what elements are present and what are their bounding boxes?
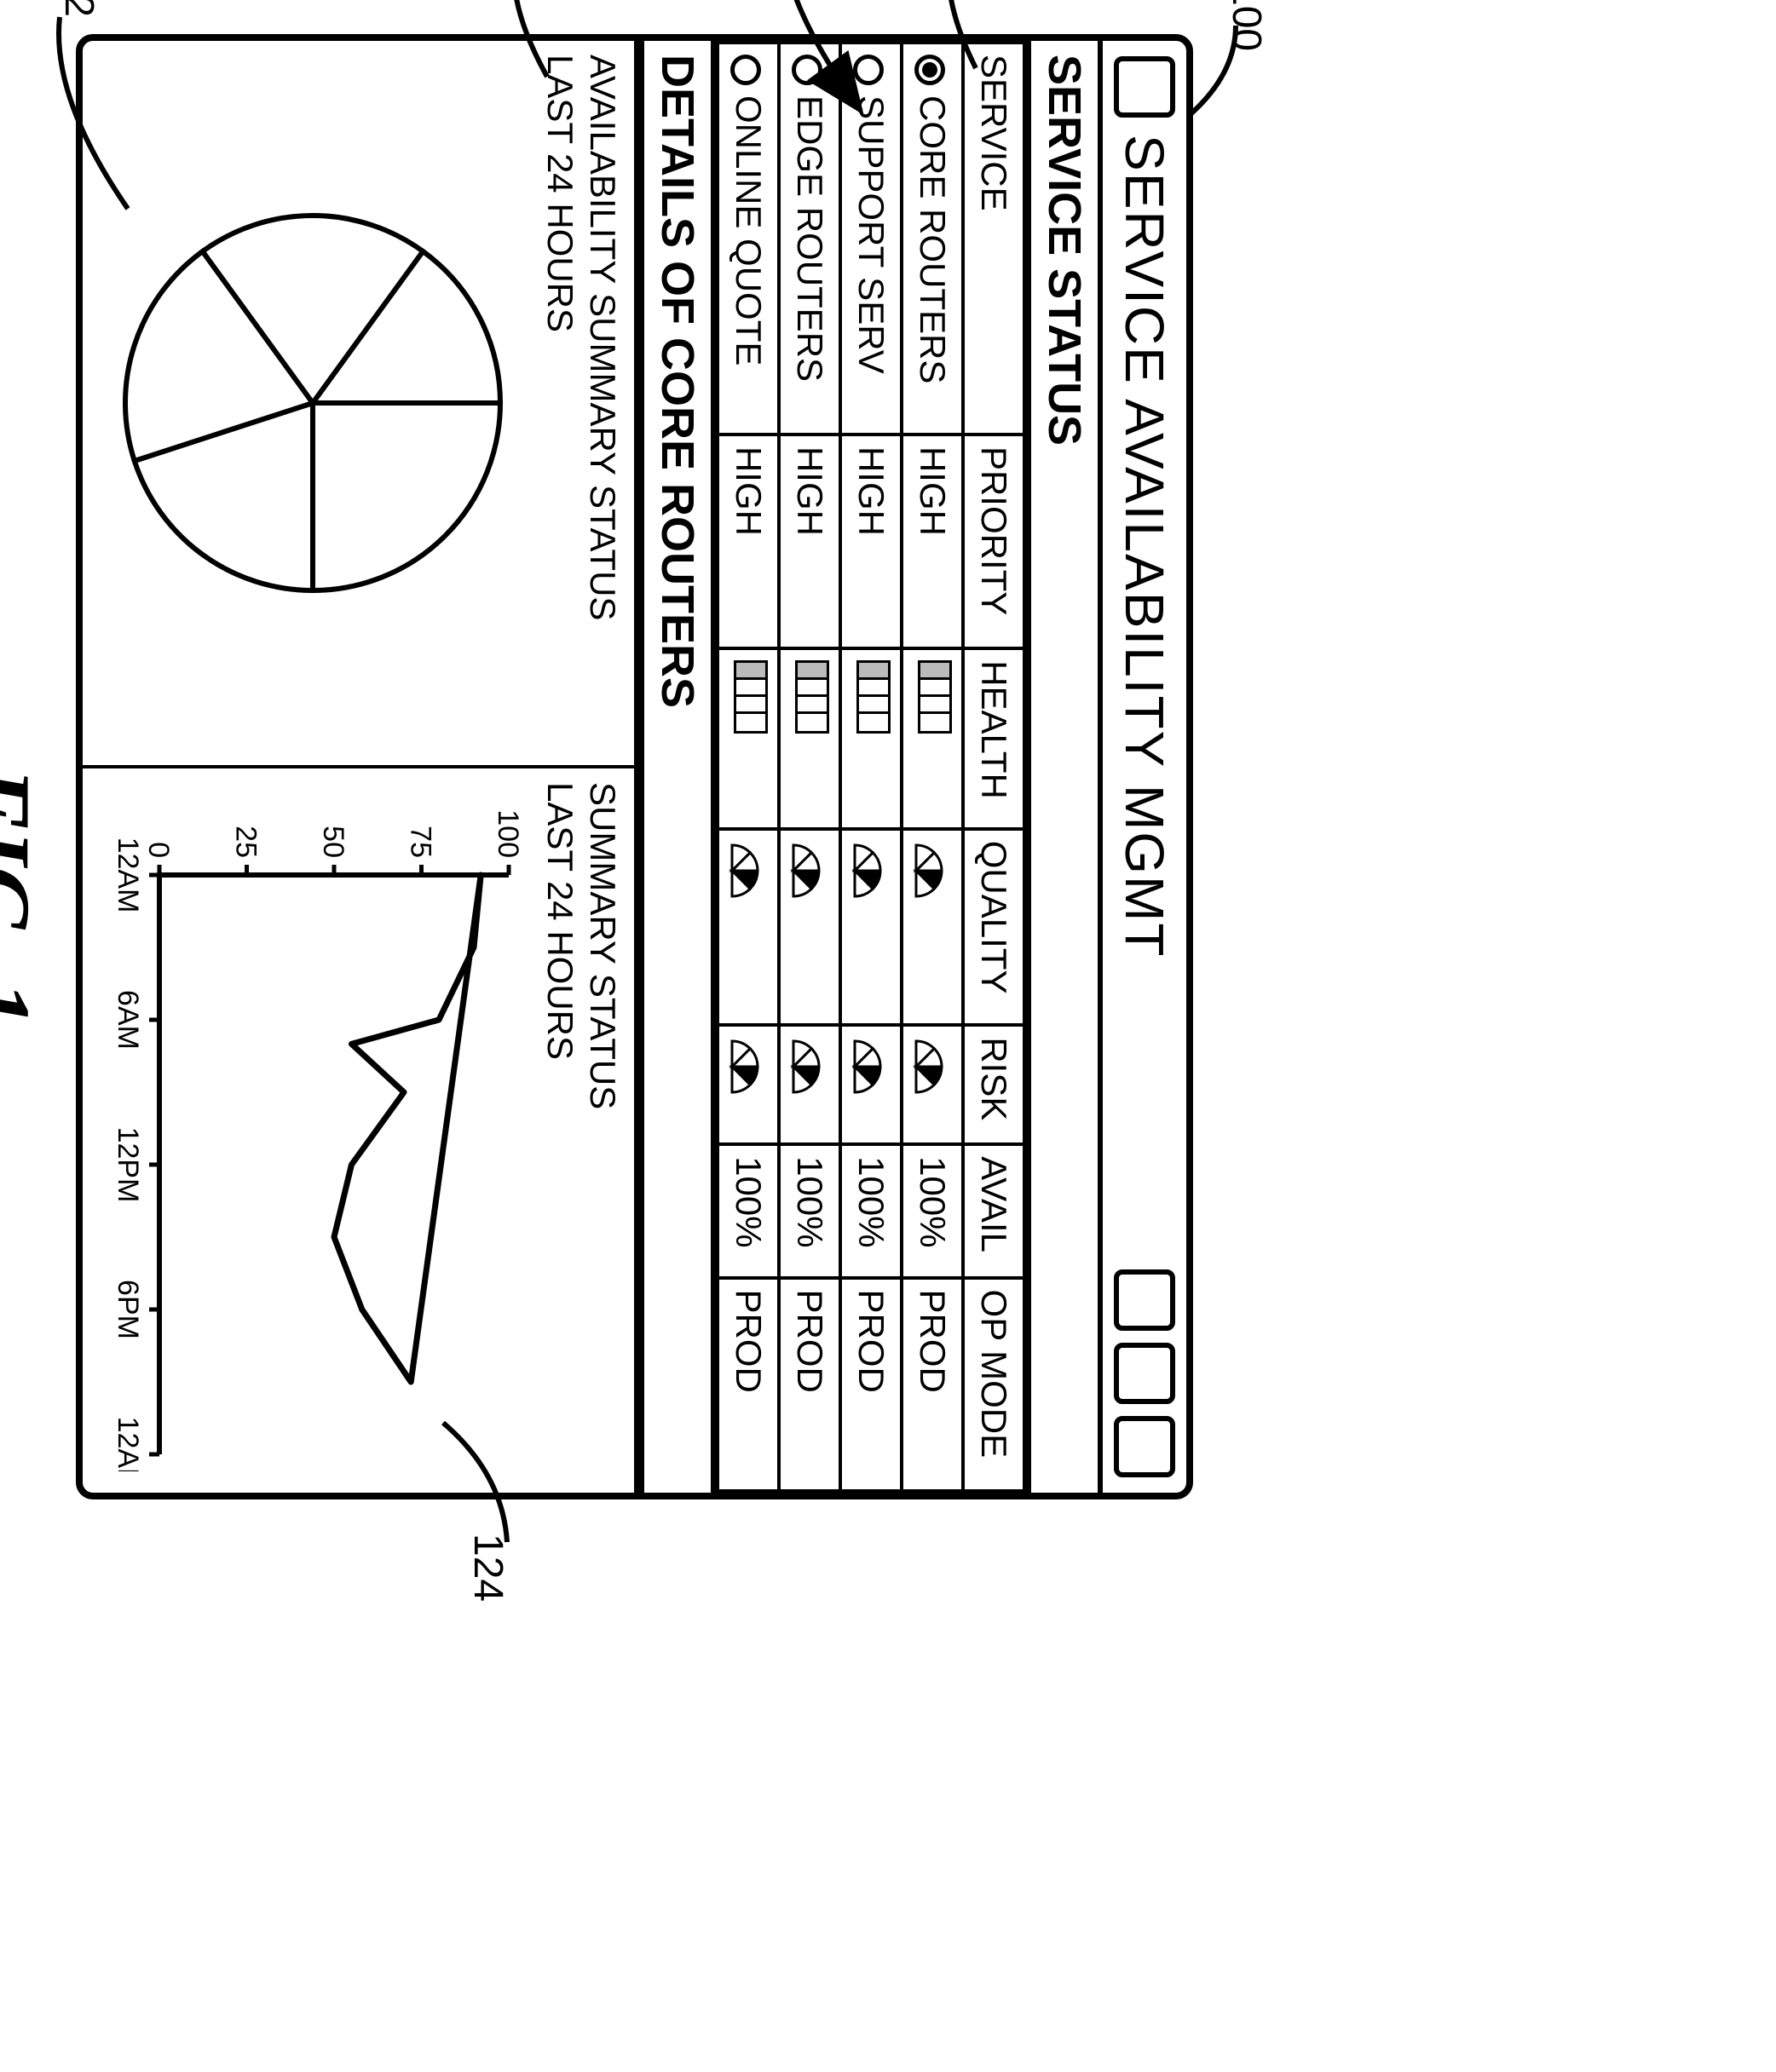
- gauge-icon: [790, 841, 824, 901]
- y-tick-label: 25: [230, 826, 262, 858]
- cell-avail: 100%: [840, 1144, 902, 1277]
- cell-priority: HIGH: [840, 435, 902, 648]
- gauge-icon: [913, 841, 947, 901]
- x-tick-label: 12AM: [112, 837, 144, 913]
- cell-service[interactable]: CORE ROUTERS: [902, 43, 963, 435]
- col-avail: AVAIL: [963, 1144, 1024, 1277]
- gauge-icon: [851, 841, 885, 901]
- line-series: [334, 875, 481, 1382]
- gauge-icon: [851, 1037, 885, 1096]
- cell-quality: [902, 829, 963, 1026]
- cell-priority: HIGH: [718, 435, 779, 648]
- cell-opmode: PROD: [840, 1278, 902, 1491]
- y-tick-label: 0: [142, 842, 175, 858]
- window-buttons: [1114, 1269, 1175, 1477]
- gauge-icon: [729, 841, 763, 901]
- col-quality: QUALITY: [963, 829, 1024, 1026]
- callout-124: 124: [464, 1534, 511, 1602]
- cell-avail: 100%: [718, 1144, 779, 1277]
- cell-quality: [718, 829, 779, 1026]
- gauge-icon: [913, 1037, 947, 1096]
- line-label: SUMMARY STATUS LAST 24 HOURS: [538, 782, 624, 1479]
- col-opmode: OP MODE: [963, 1278, 1024, 1491]
- table-header-row: SERVICE PRIORITY HEALTH QUALITY RISK AVA…: [963, 43, 1024, 1491]
- health-bar-icon: [856, 660, 891, 734]
- col-service: SERVICE: [963, 43, 1024, 435]
- line-pane: SUMMARY STATUS LAST 24 HOURS 0 25 50 75 100 1…: [83, 768, 634, 1493]
- app-window: SERVICE AVAILABILITY MGMT SERVICE STATUS…: [76, 34, 1193, 1499]
- y-tick-label: 50: [317, 826, 349, 858]
- x-tick-label: 6PM: [112, 1280, 144, 1339]
- cell-opmode: PROD: [718, 1278, 779, 1491]
- system-menu-icon[interactable]: [1114, 56, 1175, 118]
- line-label-line1: SUMMARY STATUS: [583, 782, 623, 1109]
- service-name: ONLINE QUOTE: [729, 95, 769, 365]
- cell-opmode: PROD: [779, 1278, 840, 1491]
- close-button[interactable]: [1114, 1416, 1175, 1477]
- health-bar-icon: [795, 660, 829, 734]
- cell-risk: [840, 1025, 902, 1144]
- cell-quality: [840, 829, 902, 1026]
- gauge-icon: [729, 1037, 763, 1096]
- service-name: CORE ROUTERS: [913, 95, 953, 383]
- cell-risk: [718, 1025, 779, 1144]
- table-row[interactable]: EDGE ROUTERSHIGH100%PROD: [779, 43, 840, 1491]
- col-priority: PRIORITY: [963, 435, 1024, 648]
- details-row: AVAILABILITY SUMMARY STATUS LAST 24 HOUR…: [83, 41, 639, 1493]
- pie-slice: [313, 403, 500, 590]
- summary-line-chart: 0 25 50 75 100 12AM 6AM 12PM 6PM 12AM: [100, 790, 526, 1471]
- cell-health: [840, 648, 902, 829]
- pie-label: AVAILABILITY SUMMARY STATUS LAST 24 HOUR…: [538, 55, 624, 751]
- health-bar-icon: [734, 660, 768, 734]
- x-tick-label: 6AM: [112, 990, 144, 1050]
- col-health: HEALTH: [963, 648, 1024, 829]
- col-risk: RISK: [963, 1025, 1024, 1144]
- availability-pie-chart: [100, 164, 526, 642]
- gauge-icon: [790, 1037, 824, 1096]
- table-row[interactable]: ONLINE QUOTE HIGH 100%PROD: [718, 43, 779, 1491]
- callout-100: 100: [1223, 0, 1270, 51]
- x-tick-label: 12PM: [112, 1127, 144, 1203]
- details-heading: DETAILS OF CORE ROUTERS: [639, 41, 716, 1493]
- figure-label: FIG. 1: [0, 767, 51, 1027]
- titlebar: SERVICE AVAILABILITY MGMT: [1098, 41, 1186, 1493]
- x-tick-label: 12AM: [112, 1417, 144, 1471]
- cell-opmode: PROD: [902, 1278, 963, 1491]
- y-tick-label: 75: [405, 826, 437, 858]
- service-status-heading: SERVICE STATUS: [1026, 41, 1098, 1493]
- cell-avail: 100%: [779, 1144, 840, 1277]
- line-label-line2: LAST 24 HOURS: [540, 782, 580, 1060]
- cell-priority: HIGH: [902, 435, 963, 648]
- cell-risk: [779, 1025, 840, 1144]
- cell-priority: HIGH: [779, 435, 840, 648]
- minimize-button[interactable]: [1114, 1269, 1175, 1331]
- cell-quality: [779, 829, 840, 1026]
- cell-risk: [902, 1025, 963, 1144]
- table-row[interactable]: CORE ROUTERS HIGH 100%PROD: [902, 43, 963, 1491]
- maximize-button[interactable]: [1114, 1343, 1175, 1404]
- row-radio-icon[interactable]: [730, 55, 761, 85]
- service-status-table: SERVICE PRIORITY HEALTH QUALITY RISK AVA…: [716, 41, 1026, 1493]
- pie-label-line1: AVAILABILITY SUMMARY STATUS: [583, 55, 623, 620]
- y-tick-label: 100: [492, 809, 524, 858]
- cell-avail: 100%: [902, 1144, 963, 1277]
- cell-health: [718, 648, 779, 829]
- pie-pane: AVAILABILITY SUMMARY STATUS LAST 24 HOUR…: [83, 41, 634, 768]
- cell-health: [779, 648, 840, 829]
- callout-122: 122: [55, 0, 102, 17]
- table-row[interactable]: SUPPORT SERVHIGH100%PROD: [840, 43, 902, 1491]
- cell-health: [902, 648, 963, 829]
- health-bar-icon: [918, 660, 952, 734]
- window-title: SERVICE AVAILABILITY MGMT: [1113, 135, 1176, 958]
